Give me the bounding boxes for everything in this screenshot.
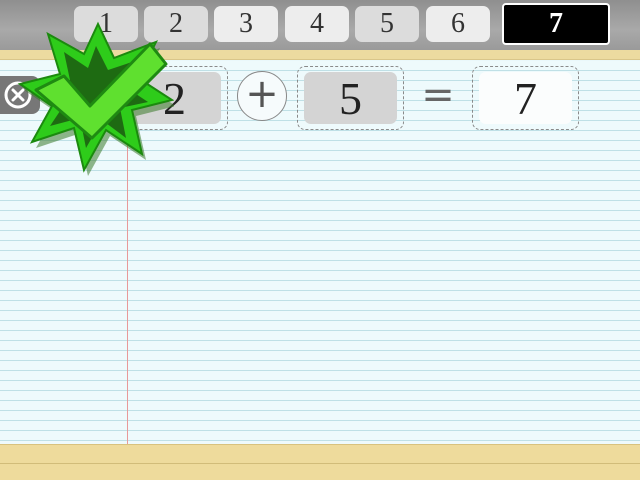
bottom-divider (0, 463, 640, 464)
second-operand: 5 (304, 72, 397, 124)
bottom-bar (0, 444, 640, 480)
number-tile-3[interactable]: 3 (214, 6, 278, 42)
number-tile-5[interactable]: 5 (355, 6, 419, 42)
answer-value: 7 (479, 72, 572, 124)
checkmark-badge-icon (17, 21, 174, 176)
number-tile-7-selected[interactable]: 7 (502, 3, 610, 45)
number-tile-6[interactable]: 6 (426, 6, 490, 42)
plus-operator: + (237, 71, 287, 121)
equals-sign: = (421, 72, 455, 118)
number-tile-4[interactable]: 4 (285, 6, 349, 42)
answer-slot[interactable]: 7 (472, 66, 579, 130)
second-operand-slot[interactable]: 5 (297, 66, 404, 130)
